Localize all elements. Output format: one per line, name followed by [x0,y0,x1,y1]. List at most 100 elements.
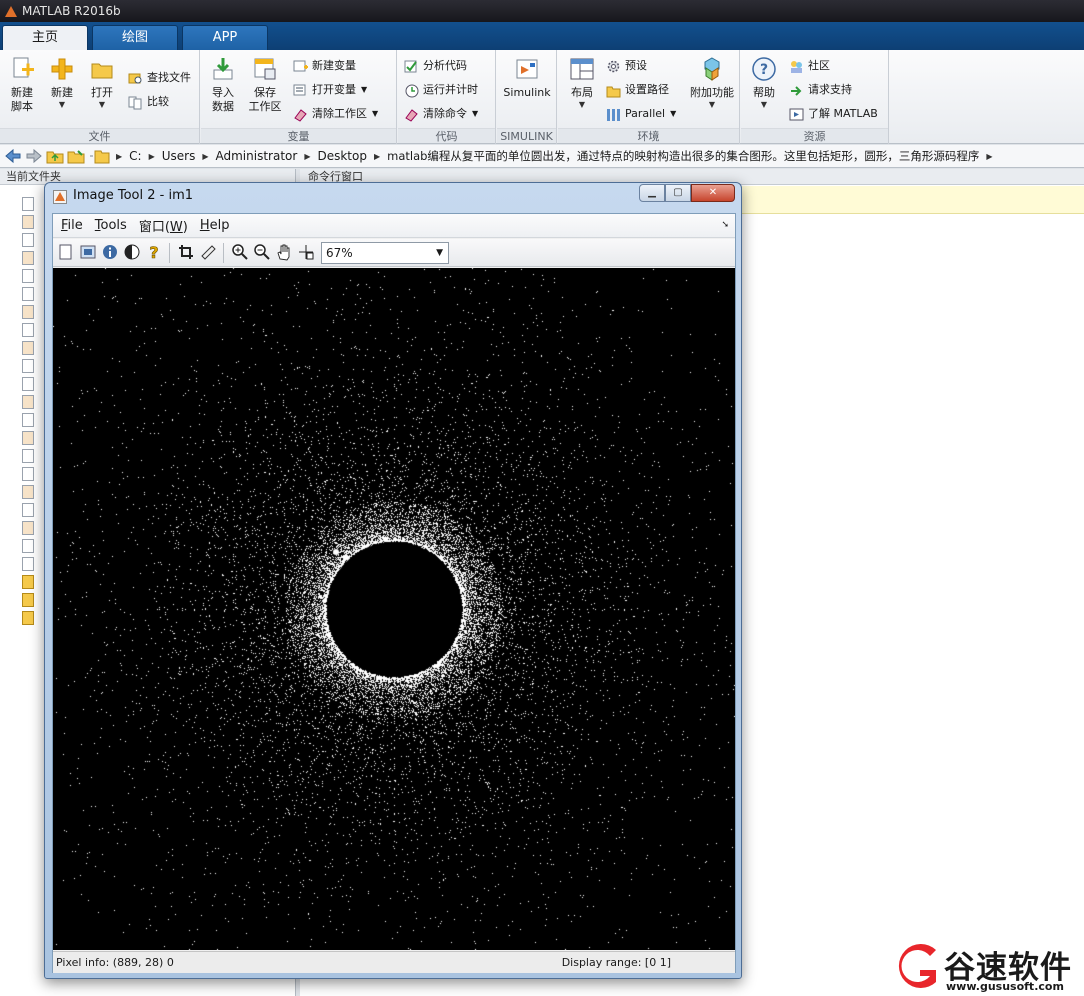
file-icon[interactable] [22,539,34,553]
request-support-button[interactable]: 请求支持 [789,80,852,100]
folder-icon[interactable] [22,575,34,589]
menu-file[interactable]: File [61,218,83,233]
image-display[interactable] [53,268,735,950]
add-ons-icon [699,56,725,82]
pixel-region-icon[interactable] [297,243,315,261]
zoom-in-icon[interactable] [231,243,249,261]
breadcrumb-item[interactable]: Administrator [216,149,298,163]
menu-help[interactable]: Help [200,218,230,233]
menu-window[interactable]: 窗口(W) [139,216,188,235]
file-icon[interactable] [22,359,34,373]
file-icon[interactable] [22,305,34,319]
save-workspace-button[interactable]: 保存 工作区 [245,54,285,114]
matlab-figure-icon [53,190,67,204]
file-icon[interactable] [22,233,34,247]
file-icon[interactable] [22,413,34,427]
forward-arrow-icon[interactable] [25,148,43,164]
file-icon[interactable] [22,485,34,499]
file-icon[interactable] [22,287,34,301]
community-button[interactable]: 社区 [789,56,830,76]
up-folder-icon[interactable] [46,148,64,164]
compare-button[interactable]: 比较 [128,92,169,112]
new-button[interactable]: 新建 ▼ [42,54,82,110]
file-icon[interactable] [22,197,34,211]
chevron-down-icon: ▼ [708,100,716,109]
add-ons-button[interactable]: 附加功能 ▼ [686,54,738,110]
image-canvas[interactable] [53,268,735,950]
file-icon[interactable] [22,449,34,463]
dock-arrow-icon[interactable]: ➘ [721,220,729,230]
help-button[interactable]: ? 帮助 ▼ [744,54,784,110]
analyze-code-button[interactable]: 分析代码 [404,56,467,76]
file-icon[interactable] [22,215,34,229]
file-icon[interactable] [22,521,34,535]
file-icon[interactable] [22,251,34,265]
compare-icon [128,95,143,110]
close-button[interactable]: ✕ [691,184,735,202]
pixel-info: Pixel info: (889, 28) 0 [56,956,174,969]
new-figure-icon[interactable] [57,243,75,261]
image-information-icon[interactable] [101,243,119,261]
file-icon[interactable] [22,557,34,571]
crop-icon[interactable] [177,243,195,261]
breadcrumb-separator-icon: ▶ [116,151,123,161]
file-icon[interactable] [22,269,34,283]
back-arrow-icon[interactable] [4,148,22,164]
file-icon[interactable] [22,503,34,517]
file-icon[interactable] [22,395,34,409]
clear-workspace-button[interactable]: 清除工作区 ▼ [293,104,378,124]
folder-icon[interactable] [22,593,34,607]
preferences-label: 预设 [625,59,647,72]
analyze-code-label: 分析代码 [423,59,467,72]
import-data-button[interactable]: 导入 数据 [203,54,243,114]
image-tool-client: File Tools 窗口(W) Help ➘ ? 67% ▼ Pixel in… [52,213,736,973]
learn-matlab-button[interactable]: 了解 MATLAB [789,104,878,124]
import-from-workspace-icon[interactable] [79,243,97,261]
tab-plots[interactable]: 绘图 [92,25,178,50]
breadcrumb-item[interactable]: Users [162,149,196,163]
breadcrumb-separator-icon: ▶ [986,151,993,161]
zoom-level-select[interactable]: 67% ▼ [321,242,449,264]
tab-apps[interactable]: APP [182,25,268,50]
file-icon[interactable] [22,341,34,355]
eraser-icon [404,107,419,122]
file-icon[interactable] [22,323,34,337]
open-variable-button[interactable]: 打开变量 ▼ [293,80,367,100]
ribbon-section-simulink: Simulink SIMULINK [497,50,557,144]
layout-button[interactable]: 布局 ▼ [562,54,602,110]
save-workspace-icon [252,56,278,82]
new-variable-label: 新建变量 [312,59,356,72]
preferences-button[interactable]: 预设 [606,56,647,76]
breadcrumb-item[interactable]: C: [129,149,141,163]
run-and-time-button[interactable]: 运行并计时 [404,80,478,100]
new-variable-button[interactable]: 新建变量 [293,56,356,76]
file-icon[interactable] [22,377,34,391]
measure-distance-icon[interactable] [199,243,217,261]
clear-commands-button[interactable]: 清除命令 ▼ [404,104,478,124]
browse-folder-icon[interactable] [67,148,85,164]
breadcrumb-item[interactable]: Desktop [317,149,367,163]
zoom-out-icon[interactable] [253,243,271,261]
pan-hand-icon[interactable] [275,243,293,261]
parallel-button[interactable]: Parallel ▼ [606,104,676,124]
window-controls: ▁ ▢ ✕ [639,184,735,203]
find-files-button[interactable]: 查找文件 [128,68,191,88]
set-path-button[interactable]: 设置路径 [606,80,669,100]
menu-tools[interactable]: Tools [95,218,127,233]
simulink-button[interactable]: Simulink [503,54,551,100]
minimize-button[interactable]: ▁ [639,184,665,202]
matlab-logo-icon [4,4,18,18]
file-icon[interactable] [22,467,34,481]
import-data-label: 导入 数据 [212,86,234,113]
maximize-button[interactable]: ▢ [665,184,691,202]
file-icon[interactable] [22,431,34,445]
adjust-contrast-icon[interactable] [123,243,141,261]
help-icon[interactable]: ? [145,243,163,263]
breadcrumb-item[interactable]: matlab编程从复平面的单位圆出发，通过特点的映射构造出很多的集合图形。这里包… [387,148,979,164]
open-button[interactable]: 打开 ▼ [82,54,122,110]
request-support-label: 请求支持 [808,83,852,96]
new-script-button[interactable]: 新建 脚本 [2,54,42,114]
folder-icon[interactable] [22,611,34,625]
gususoft-watermark: 谷速软件 www.gususoft.com [884,938,1084,996]
tab-home[interactable]: 主页 [2,25,88,50]
